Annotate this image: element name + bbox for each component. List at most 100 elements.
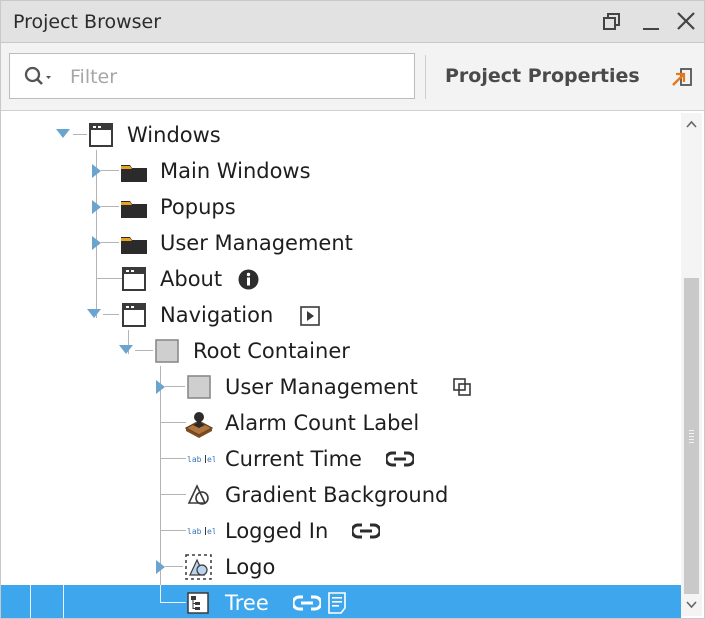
scroll-up-icon[interactable] <box>686 119 697 130</box>
svg-text:el: el <box>207 527 215 536</box>
scrollbar-grip <box>689 436 694 437</box>
tree-item-label: Main Windows <box>160 159 311 183</box>
chevron-down-icon[interactable] <box>119 345 133 355</box>
svg-text:el: el <box>207 455 215 464</box>
alarm-stamp-icon <box>184 412 214 438</box>
tree-item-label: Logo <box>225 555 276 579</box>
svg-text:lab: lab <box>187 527 202 536</box>
float-window-button[interactable] <box>598 7 626 35</box>
scrollbar-thumb[interactable] <box>684 278 699 594</box>
project-properties-button[interactable]: Project Properties <box>433 53 699 99</box>
tree-connector <box>73 134 87 135</box>
tree-view-icon <box>187 592 209 614</box>
tree-item-label: Popups <box>160 195 236 219</box>
chevron-right-icon[interactable] <box>92 164 101 178</box>
template-instance-icon <box>453 378 471 396</box>
group-icon <box>185 554 212 580</box>
panel-title: Project Browser <box>13 11 162 33</box>
project-browser-panel: Project Browser Filter Project Propertie… <box>0 0 705 619</box>
script-icon <box>328 592 346 614</box>
shape-icon <box>187 484 209 505</box>
tree-item-windows[interactable]: Windows <box>1 117 681 153</box>
tree-item-popups[interactable]: Popups <box>1 189 681 225</box>
tree-connector <box>165 566 183 567</box>
float-window-icon <box>603 13 620 30</box>
chevron-right-icon[interactable] <box>92 200 101 214</box>
minimize-icon <box>643 28 659 30</box>
scrollbar-grip <box>689 442 694 443</box>
chevron-down-icon[interactable] <box>87 309 101 319</box>
tree-item-about[interactable]: About <box>1 261 681 297</box>
folder-icon <box>121 165 147 182</box>
tree-item-label: Logged In <box>225 519 329 543</box>
tree-connector <box>160 585 161 603</box>
title-bar: Project Browser <box>1 1 704 43</box>
tree-item-label: User Management <box>225 375 418 399</box>
window-icon <box>89 123 113 147</box>
tree-connector <box>160 602 186 603</box>
label-component-icon: label <box>187 455 215 464</box>
folder-icon <box>121 201 147 218</box>
tree-item-label: Tree <box>225 591 269 615</box>
chevron-right-icon[interactable] <box>92 236 101 250</box>
tree-item-logo[interactable]: Logo <box>1 549 681 585</box>
tree-item-label: Current Time <box>225 447 362 471</box>
container-icon <box>187 375 211 399</box>
tree-connector <box>30 585 31 618</box>
svg-text:lab: lab <box>187 455 202 464</box>
project-properties-label: Project Properties <box>445 65 640 87</box>
project-tree: Windows Main Windows Popups User Managem… <box>1 111 681 618</box>
tree-item-user-management-container[interactable]: User Management <box>1 369 681 405</box>
label-component-icon: label <box>187 527 215 536</box>
tree-connector <box>165 386 185 387</box>
vertical-scrollbar[interactable] <box>681 113 702 616</box>
filter-input[interactable] <box>68 61 402 93</box>
tree-item-label: Windows <box>127 123 221 147</box>
tree-item-tree[interactable]: Tree <box>1 585 681 618</box>
tree-item-label: About <box>160 267 223 291</box>
toolbar-divider <box>425 55 426 99</box>
tree-item-navigation[interactable]: Navigation <box>1 297 681 333</box>
window-icon <box>122 267 146 291</box>
tree-item-label: User Management <box>160 231 353 255</box>
scrollbar-grip <box>689 433 694 434</box>
tree-item-label: Navigation <box>160 303 274 327</box>
filter-box[interactable] <box>9 53 415 99</box>
tree-connector <box>101 170 119 171</box>
tree-item-label: Alarm Count Label <box>225 411 420 435</box>
tree-item-alarm-count-label[interactable]: Alarm Count Label <box>1 405 681 441</box>
tree-item-label: Gradient Background <box>225 483 449 507</box>
project-properties-icon <box>672 68 692 86</box>
tree-item-logged-in[interactable]: label Logged In <box>1 513 681 549</box>
tree-item-main-windows[interactable]: Main Windows <box>1 153 681 189</box>
tree-item-label: Root Container <box>193 339 350 363</box>
close-button[interactable] <box>672 7 700 35</box>
binding-link-icon <box>293 595 321 611</box>
toolbar: Project Properties <box>1 43 704 111</box>
window-icon <box>122 303 146 327</box>
tree-item-root-container[interactable]: Root Container <box>1 333 681 369</box>
tree-connector <box>101 206 119 207</box>
container-icon <box>155 339 179 363</box>
play-icon <box>300 306 320 326</box>
minimize-button[interactable] <box>638 7 666 35</box>
tree-connector <box>135 350 153 351</box>
folder-icon <box>121 237 147 254</box>
chevron-right-icon[interactable] <box>156 380 165 394</box>
tree-item-user-management-folder[interactable]: User Management <box>1 225 681 261</box>
tree-connector <box>101 242 119 243</box>
binding-link-icon <box>352 523 380 539</box>
search-icon <box>24 66 51 85</box>
scrollbar-grip <box>689 430 694 431</box>
scrollbar-grip <box>689 439 694 440</box>
tree-item-gradient-background[interactable]: Gradient Background <box>1 477 681 513</box>
chevron-right-icon[interactable] <box>156 560 165 574</box>
info-icon <box>238 269 259 290</box>
binding-link-icon <box>386 451 414 467</box>
chevron-down-icon[interactable] <box>56 129 70 139</box>
scroll-down-icon[interactable] <box>686 599 697 610</box>
tree-connector <box>103 314 119 315</box>
tree-connector <box>63 585 64 618</box>
close-icon <box>677 12 695 30</box>
tree-item-current-time[interactable]: label Current Time <box>1 441 681 477</box>
